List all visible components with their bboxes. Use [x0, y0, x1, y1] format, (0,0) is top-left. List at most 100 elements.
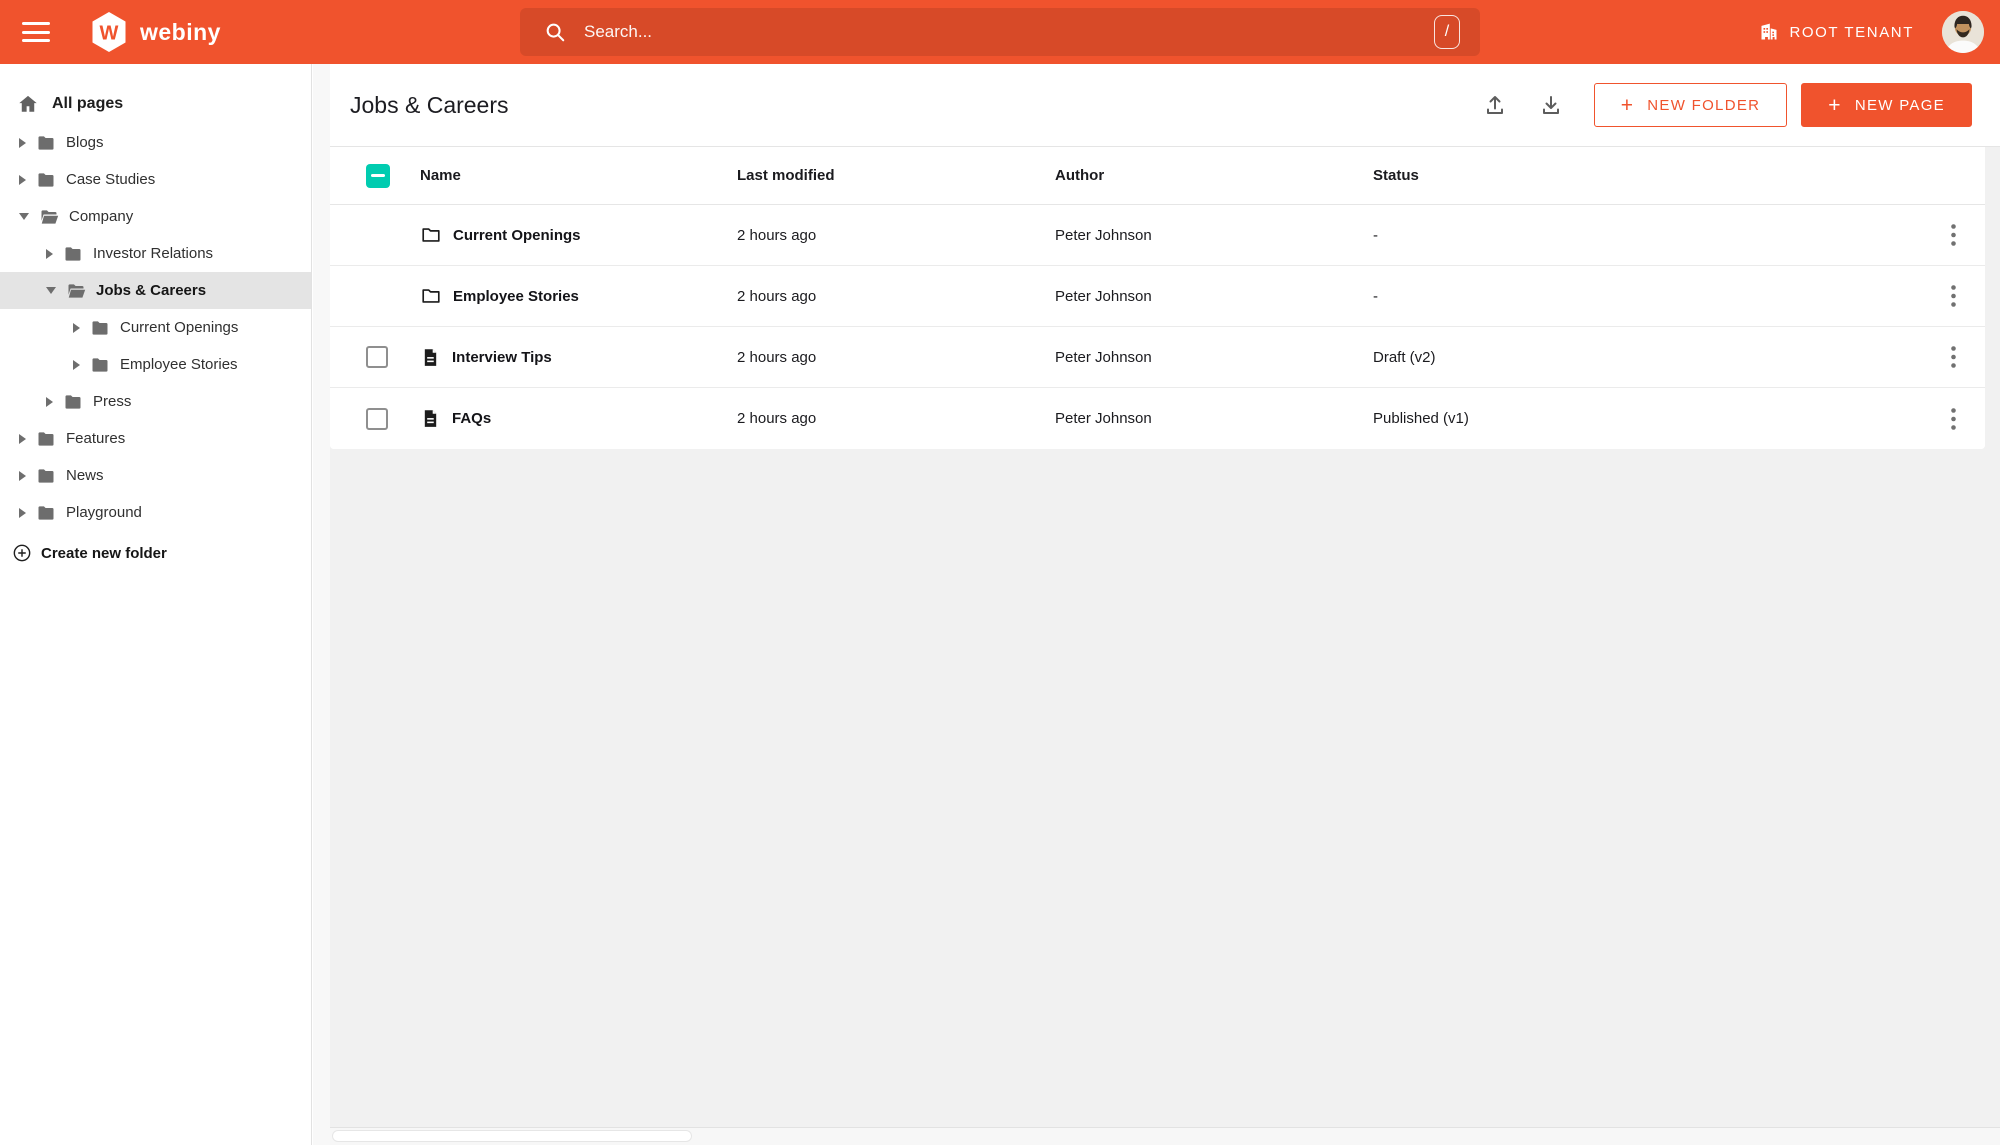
- folder-icon: [420, 285, 442, 307]
- menu-icon[interactable]: [22, 22, 50, 42]
- folders-sidebar: All pages Blogs Case Studies Company Inv…: [0, 64, 312, 1145]
- folder-icon: [420, 224, 442, 246]
- scrollbar-thumb[interactable]: [332, 1130, 692, 1142]
- main-content: Jobs & Careers + NEW FOLDER + NEW PAGE N…: [330, 64, 2000, 1145]
- folder-icon: [36, 170, 56, 190]
- row-actions-menu[interactable]: [1939, 279, 1967, 313]
- sidebar-item-company[interactable]: Company: [0, 198, 311, 235]
- row-modified: 2 hours ago: [737, 348, 817, 366]
- caret-down-icon[interactable]: [19, 213, 29, 220]
- sidebar-item-label: News: [66, 467, 104, 484]
- kebab-icon: [1950, 407, 1956, 430]
- sidebar-item-blogs[interactable]: Blogs: [0, 124, 311, 161]
- topbar: W webiny / ROOT TENANT: [0, 0, 2000, 64]
- folder-open-icon: [66, 281, 86, 301]
- sidebar-item-label: Company: [69, 208, 134, 225]
- column-header-name[interactable]: Name: [420, 167, 737, 184]
- folder-icon: [90, 318, 110, 338]
- kebab-icon: [1950, 285, 1956, 307]
- webiny-logo[interactable]: W webiny: [90, 11, 221, 53]
- row-actions-menu[interactable]: [1939, 218, 1967, 252]
- folder-icon: [36, 503, 56, 523]
- sidebar-item-case-studies[interactable]: Case Studies: [0, 161, 311, 198]
- table-row[interactable]: Interview Tips 2 hours ago Peter Johnson…: [330, 327, 1985, 388]
- new-page-button[interactable]: + NEW PAGE: [1801, 83, 1972, 127]
- plus-icon: +: [1828, 93, 1842, 117]
- row-status: Published (v1): [1373, 410, 1469, 427]
- import-button[interactable]: [1474, 84, 1516, 126]
- avatar[interactable]: [1942, 11, 1984, 53]
- row-name: Employee Stories: [453, 287, 579, 305]
- sidebar-item-label: Investor Relations: [93, 245, 214, 262]
- sidebar-item-label: Features: [66, 430, 126, 447]
- page-title: Jobs & Careers: [350, 91, 509, 118]
- home-icon: [19, 95, 37, 112]
- column-header-status[interactable]: Status: [1373, 167, 1921, 184]
- folder-icon: [36, 466, 56, 486]
- export-button[interactable]: [1530, 84, 1572, 126]
- caret-right-icon[interactable]: [19, 470, 26, 481]
- search-bar[interactable]: /: [520, 8, 1480, 56]
- pages-table: Name Last modified Author Status Current…: [330, 147, 1985, 449]
- row-name: Interview Tips: [452, 348, 552, 366]
- table-row[interactable]: FAQs 2 hours ago Peter Johnson Published…: [330, 388, 1985, 449]
- sidebar-item-label: Employee Stories: [120, 356, 238, 373]
- caret-right-icon[interactable]: [46, 248, 53, 259]
- row-author: Peter Johnson: [1055, 226, 1152, 244]
- sidebar-item-playground[interactable]: Playground: [0, 494, 311, 531]
- caret-right-icon[interactable]: [19, 137, 26, 148]
- caret-right-icon[interactable]: [73, 359, 80, 370]
- row-actions-menu[interactable]: [1939, 402, 1967, 436]
- sidebar-item-label: Case Studies: [66, 171, 156, 188]
- caret-right-icon[interactable]: [73, 322, 80, 333]
- caret-right-icon[interactable]: [19, 507, 26, 518]
- column-header-author[interactable]: Author: [1055, 167, 1373, 184]
- page-header: Jobs & Careers + NEW FOLDER + NEW PAGE: [330, 64, 2000, 147]
- sidebar-item-label: Blogs: [66, 134, 104, 151]
- caret-right-icon[interactable]: [19, 433, 26, 444]
- column-header-modified[interactable]: Last modified: [737, 167, 1055, 184]
- table-header-row: Name Last modified Author Status: [330, 147, 1985, 205]
- caret-right-icon[interactable]: [19, 174, 26, 185]
- search-input[interactable]: [584, 22, 1410, 42]
- kebab-icon: [1950, 346, 1956, 368]
- horizontal-scrollbar[interactable]: [330, 1127, 2000, 1145]
- caret-right-icon[interactable]: [46, 396, 53, 407]
- row-name: Current Openings: [453, 226, 581, 244]
- svg-text:W: W: [100, 23, 119, 45]
- sidebar-item-all-pages[interactable]: All pages: [0, 84, 311, 124]
- row-actions-menu[interactable]: [1939, 340, 1967, 374]
- sidebar-root-label: All pages: [52, 95, 124, 112]
- select-all-checkbox[interactable]: [366, 163, 390, 188]
- row-checkbox[interactable]: [366, 407, 388, 430]
- table-row[interactable]: Employee Stories 2 hours ago Peter Johns…: [330, 266, 1985, 327]
- row-author: Peter Johnson: [1055, 287, 1152, 305]
- row-modified: 2 hours ago: [737, 287, 817, 305]
- sidebar-item-jobs-careers[interactable]: Jobs & Careers: [0, 272, 311, 309]
- table-row[interactable]: Current Openings 2 hours ago Peter Johns…: [330, 205, 1985, 266]
- sidebar-item-current-openings[interactable]: Current Openings: [0, 309, 311, 346]
- new-folder-label: NEW FOLDER: [1647, 96, 1761, 114]
- circle-plus-icon: [13, 544, 31, 562]
- upload-icon: [1486, 96, 1503, 114]
- create-new-folder-button[interactable]: Create new folder: [0, 537, 311, 569]
- row-checkbox[interactable]: [366, 346, 388, 368]
- sidebar-item-press[interactable]: Press: [0, 383, 311, 420]
- building-icon: [1761, 23, 1777, 40]
- sidebar-item-news[interactable]: News: [0, 457, 311, 494]
- sidebar-item-employee-stories[interactable]: Employee Stories: [0, 346, 311, 383]
- row-modified: 2 hours ago: [737, 226, 817, 244]
- caret-down-icon[interactable]: [46, 287, 56, 294]
- kebab-icon: [1950, 224, 1956, 246]
- row-author: Peter Johnson: [1055, 348, 1152, 366]
- sidebar-item-investor-relations[interactable]: Investor Relations: [0, 235, 311, 272]
- sidebar-item-label: Playground: [66, 504, 142, 521]
- slash-shortcut-badge: /: [1434, 15, 1460, 49]
- plus-icon: +: [1620, 93, 1635, 117]
- brand-wordmark: webiny: [140, 18, 221, 45]
- sidebar-item-features[interactable]: Features: [0, 420, 311, 457]
- new-folder-button[interactable]: + NEW FOLDER: [1593, 83, 1788, 127]
- sidebar-item-label: Jobs & Careers: [96, 282, 207, 299]
- row-status: -: [1373, 287, 1378, 305]
- tenant-selector[interactable]: ROOT TENANT: [1759, 22, 1914, 42]
